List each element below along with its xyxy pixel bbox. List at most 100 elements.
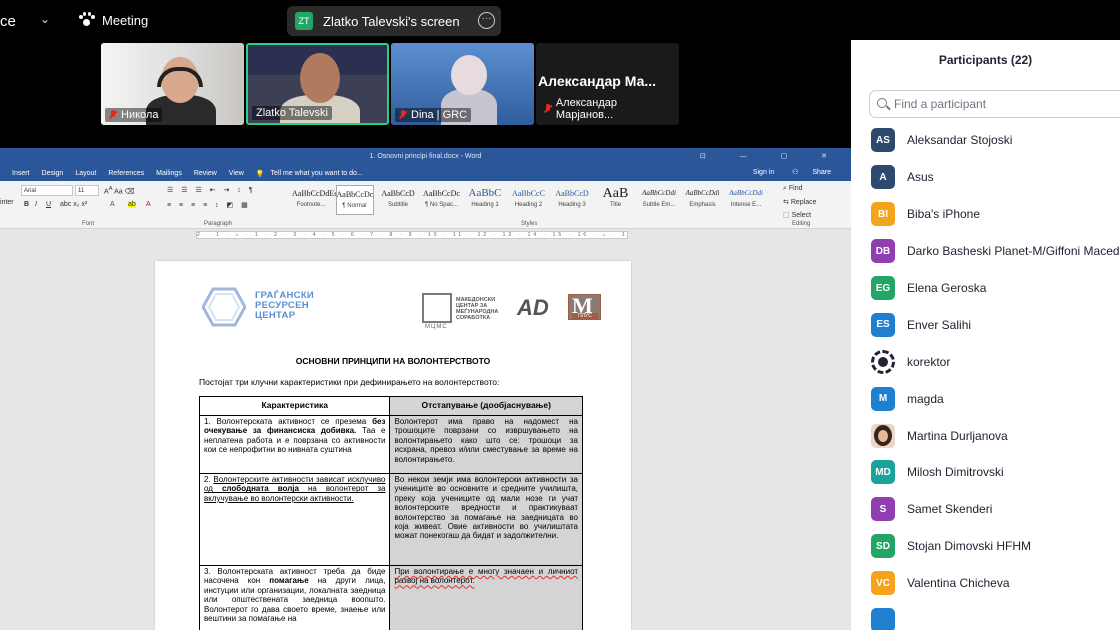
- tab-mailings[interactable]: Mailings: [150, 170, 188, 177]
- participant-row[interactable]: EG Elena Geroska: [851, 270, 1120, 307]
- muted-mic-icon: [399, 110, 407, 120]
- paw-icon: [78, 12, 95, 28]
- style-option[interactable]: AaBbCcD Subtitle: [379, 185, 417, 215]
- video-tile-nikola[interactable]: Никола: [101, 43, 244, 125]
- m-plus-logo: M ПЛУС: [568, 293, 601, 320]
- table-cell: При волонтирање е многу значаен и личнио…: [389, 565, 583, 630]
- participant-row[interactable]: A Asus: [851, 159, 1120, 196]
- participant-row[interactable]: DB Darko Basheski Planet-M/Giffoni Macedo…: [851, 233, 1120, 270]
- document-title: 1. Osnovni principi final.docx - Word: [369, 153, 482, 160]
- avatar: SD: [871, 534, 895, 559]
- avatar: A: [871, 165, 895, 190]
- avatar: ES: [871, 312, 895, 337]
- font-color-icon[interactable]: A: [146, 201, 151, 208]
- list-icons[interactable]: ☰ ☰ ☰ ⇤ ⇥ ↕ ¶: [167, 186, 256, 194]
- share-button[interactable]: Share: [806, 169, 837, 176]
- participant-row[interactable]: ES Enver Salihi: [851, 306, 1120, 343]
- select-button[interactable]: ⬚ Select: [783, 211, 811, 219]
- style-option[interactable]: AaBbCcDc ¶ Normal: [335, 185, 374, 215]
- style-option[interactable]: AaBbCcDdi Emphasis: [684, 185, 722, 215]
- ribbon-tabs: Insert Design Layout References Mailings…: [0, 166, 851, 181]
- tab-view[interactable]: View: [223, 170, 250, 177]
- text-effects-icon[interactable]: A: [110, 201, 115, 208]
- participant-row[interactable]: MD Milosh Dimitrovski: [851, 454, 1120, 491]
- participant-row[interactable]: [851, 602, 1120, 630]
- participant-name: Darko Basheski Planet-M/Giffoni Macedoni…: [907, 244, 1120, 259]
- participant-name: Elena Geroska: [907, 281, 987, 295]
- participant-row[interactable]: AS Aleksandar Stojoski: [851, 122, 1120, 159]
- participant-row[interactable]: SD Stojan Dimovski HFHM: [851, 528, 1120, 565]
- grow-font-icon[interactable]: AA Aa ⌫: [104, 186, 135, 195]
- avatar: S: [871, 497, 895, 522]
- tab-review[interactable]: Review: [188, 170, 223, 177]
- chevron-down-icon[interactable]: ⌄: [40, 12, 50, 26]
- table-cell: Во некои земји има волонтерски активност…: [389, 473, 583, 566]
- tab-layout[interactable]: Layout: [69, 170, 102, 177]
- style-option[interactable]: AaBbC Heading 1: [466, 185, 504, 215]
- table-row: 1. Волонтерската активност се презема бе…: [198, 415, 583, 474]
- avatar: AS: [871, 128, 895, 153]
- style-option[interactable]: AaB Title: [597, 185, 635, 215]
- document-page[interactable]: ГРАЃАНСКИ РЕСУРСЕН ЦЕНТАР МЦМС МАКЕДОНСК…: [155, 261, 631, 630]
- share-icon: ⚇: [792, 169, 799, 176]
- tab-insert[interactable]: Insert: [6, 170, 36, 177]
- participants-panel: Participants (22) Find a participant AS A…: [851, 40, 1120, 630]
- gear-avatar-icon: [871, 349, 895, 374]
- table-row: 3. Волонтерската активност треба да биде…: [198, 565, 583, 630]
- video-tile-dina[interactable]: Dina | GRC: [391, 43, 534, 125]
- participant-name: Valentina Chicheva: [907, 576, 1010, 591]
- strike-icon[interactable]: abc x₂ x²: [60, 201, 87, 208]
- table-row: 2. Волонтерските активности зависат искл…: [198, 473, 583, 566]
- document-heading: ОСНОВНИ ПРИНЦИПИ НА ВОЛОНТЕРСТВОТО: [295, 356, 491, 366]
- style-option[interactable]: AaBbCcDdi Subtle Em...: [640, 185, 678, 215]
- window-controls[interactable]: ⊡ — ▢ ✕: [700, 148, 843, 166]
- lightbulb-icon: 💡: [255, 170, 265, 178]
- highlight-icon[interactable]: ab: [128, 201, 136, 208]
- italic-button[interactable]: I: [35, 201, 37, 208]
- avatar: VC: [871, 571, 895, 596]
- horizontal-ruler[interactable]: 2 · 1 · ⌂ · 1 · 2 · 3 · 4 · 5 · 6 · 7 · …: [0, 229, 851, 241]
- participant-row[interactable]: S Samet Skenderi: [851, 491, 1120, 528]
- account-area: Sign in ⚇ Share: [741, 168, 843, 176]
- font-size-box[interactable]: 11: [75, 185, 99, 196]
- video-name-label: Dina | GRC: [395, 108, 472, 122]
- participant-name: Asus: [907, 170, 934, 185]
- meeting-menu[interactable]: Meeting: [78, 12, 148, 28]
- font-name-box[interactable]: Arial: [21, 185, 73, 196]
- more-options-icon[interactable]: ···: [478, 12, 495, 29]
- word-window: 1. Osnovni principi final.docx - Word ⊡ …: [0, 148, 851, 630]
- participant-row[interactable]: VC Valentina Chicheva: [851, 565, 1120, 602]
- participant-row[interactable]: Martina Durljanova: [851, 417, 1120, 454]
- underline-button[interactable]: U: [46, 201, 51, 208]
- painter-fragment[interactable]: inter: [0, 199, 14, 206]
- style-option[interactable]: AaBbCcDc ¶ No Spac...: [423, 185, 461, 215]
- tab-references[interactable]: References: [102, 170, 150, 177]
- participant-row[interactable]: Mmagda: [851, 380, 1120, 417]
- participant-row[interactable]: korektor: [851, 343, 1120, 380]
- participant-name: Aleksandar Stojoski: [907, 133, 1013, 148]
- style-option[interactable]: AaBbCcDdi Intense E...: [727, 185, 765, 215]
- table-header-row: Карактеристика Отстапување (дообјаснувањ…: [198, 396, 583, 416]
- avatar: MD: [871, 460, 895, 485]
- table-cell: Волонтерот има право на надомест на трош…: [389, 415, 583, 474]
- bold-button[interactable]: B: [24, 201, 29, 208]
- participant-row[interactable]: BI Biba's iPhone: [851, 196, 1120, 233]
- video-tile-zlatko[interactable]: Zlatko Talevski: [246, 43, 389, 125]
- participant-name: Martina Durljanova: [907, 428, 1008, 443]
- sign-in-link[interactable]: Sign in: [747, 169, 780, 176]
- style-option[interactable]: AaBbCcC Heading 2: [510, 185, 548, 215]
- tell-me-box[interactable]: Tell me what you want to do...: [271, 170, 369, 177]
- search-input[interactable]: Find a participant: [869, 90, 1120, 118]
- style-option[interactable]: AaBbCcD Heading 3: [553, 185, 591, 215]
- find-button[interactable]: ⌕ Find: [783, 185, 803, 193]
- shared-screen-indicator[interactable]: ZT Zlatko Talevski's screen ···: [287, 6, 501, 36]
- tab-design[interactable]: Design: [36, 170, 70, 177]
- meeting-label: Meeting: [102, 12, 149, 28]
- video-tile-aleksandar[interactable]: Александар Ма... Александар Марјанов...: [536, 43, 679, 125]
- style-option[interactable]: AaBbCcDdEe Footnote...: [292, 185, 338, 215]
- replace-button[interactable]: ⇆ Replace: [783, 198, 817, 206]
- align-icons[interactable]: ≡ ≡ ≡ ≡ ↕ ◩ ▦: [167, 201, 251, 209]
- participant-name: magda: [907, 391, 944, 406]
- participant-name: Samet Skenderi: [907, 502, 993, 517]
- participant-name: Biba's iPhone: [907, 207, 981, 222]
